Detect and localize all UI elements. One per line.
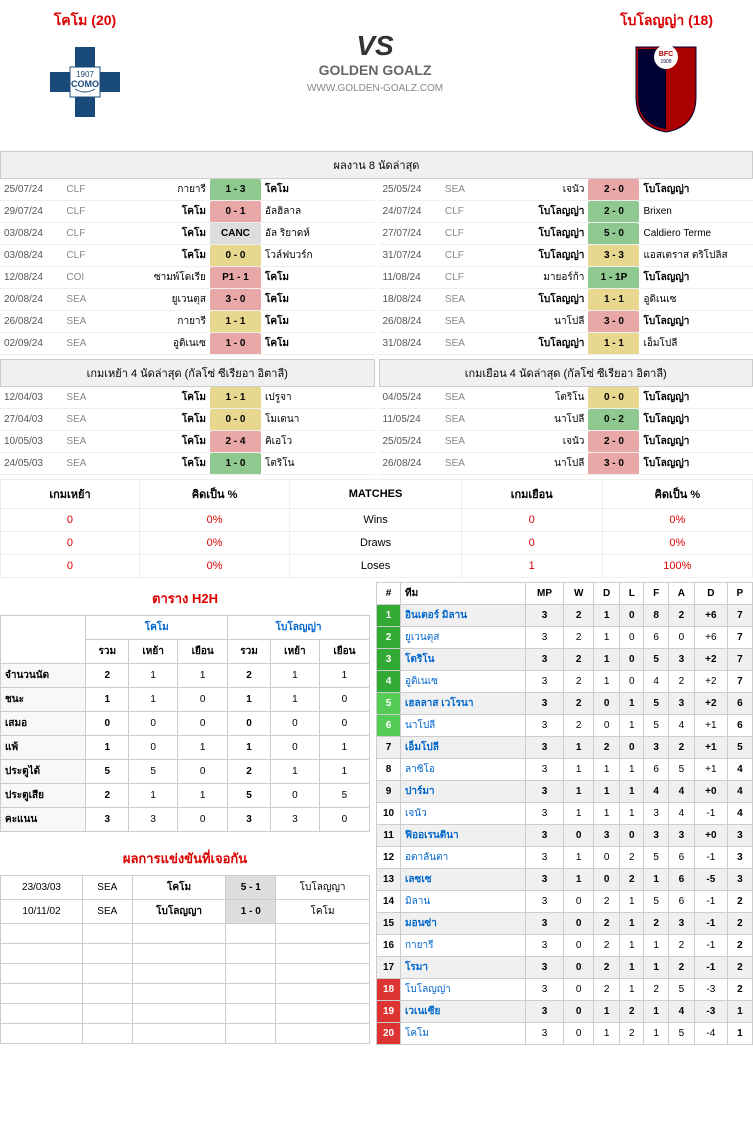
home-team-name: โคโม (20): [40, 10, 130, 32]
match-row: 11/05/24SEAนาโปลี0 - 2โบโลญญ่า: [379, 409, 753, 431]
match-row: 03/08/24CLFโคโมCANCอัล ริยาดห์: [0, 223, 375, 245]
h2h-row: แพ้101101: [1, 736, 370, 760]
h2h-row: ชนะ110110: [1, 688, 370, 712]
svg-text:1909: 1909: [661, 59, 672, 65]
standings-row: 13เลซเซ310216-53: [377, 869, 753, 891]
standings-row: 17โรมา302112-12: [377, 957, 753, 979]
meeting-row-empty: [1, 1004, 370, 1024]
meeting-row-empty: [1, 964, 370, 984]
match-row: 31/07/24CLFโบโลญญ่า3 - 3แอสเตราส ตริโปลิ…: [379, 245, 753, 267]
meetings-table: 23/03/03SEAโคโม5 - 1โบโลญญา10/11/02SEAโบ…: [0, 875, 370, 1044]
summary-row: 00%Draws00%: [1, 532, 753, 555]
home-team-block: โคโม (20) 1907COMO: [40, 10, 130, 127]
standings-row: 15มอนซ่า302123-12: [377, 913, 753, 935]
match-row: 25/05/24SEAเจนัว2 - 0โบโลญญ่า: [379, 431, 753, 453]
standings-table: #ทีมMPWDLFADP1อินเตอร์ มิลาน321082+672ยู…: [376, 582, 753, 1045]
away-team-block: โบโลญญ่า (18) BFC1909: [620, 10, 713, 137]
match-row: 11/08/24CLFมายอร์ก้า1 - 1Pโบโลญญ่า: [379, 267, 753, 289]
site-logo: GOLDEN GOALZ: [307, 62, 443, 78]
standings-row: 7เอ็มโปลี312032+15: [377, 737, 753, 759]
h2h-row: เสมอ000000: [1, 712, 370, 736]
away4-table: 04/05/24SEAโตริโน0 - 0โบโลญญ่า11/05/24SE…: [379, 387, 753, 475]
match-row: 26/08/24SEAกายารี1 - 1โคโม: [0, 311, 375, 333]
meeting-row-empty: [1, 984, 370, 1004]
meeting-row-empty: [1, 1024, 370, 1044]
meeting-row: 10/11/02SEAโบโลญญา1 - 0โคโม: [1, 900, 370, 924]
match-row: 25/05/24SEAเจนัว2 - 0โบโลญญ่า: [379, 179, 753, 201]
match-row: 31/08/24SEAโบโลญญ่า1 - 1เอ็มโปลี: [379, 333, 753, 355]
summary-row: 00%Wins00%: [1, 509, 753, 532]
match-row: 27/04/03SEAโคโม0 - 0โมเดนา: [0, 409, 375, 431]
last8-away-table: 25/05/24SEAเจนัว2 - 0โบโลญญ่า24/07/24CLF…: [379, 179, 753, 355]
away4-title: เกมเยือน 4 นัดล่าสุด (กัลโซ่ ซีเรียอา อิ…: [379, 359, 753, 387]
match-row: 18/08/24SEAโบโลญญ่า1 - 1อูดิเนเซ: [379, 289, 753, 311]
vs-text: VS: [307, 30, 443, 62]
h2h-title: ตาราง H2H: [0, 582, 370, 615]
match-row: 29/07/24CLFโคโม0 - 1อัลฮิลาล: [0, 201, 375, 223]
match-row: 26/08/24SEAนาโปลี3 - 0โบโลญญ่า: [379, 311, 753, 333]
standings-row: 3โตริโน321053+27: [377, 649, 753, 671]
h2h-table: โคโมโบโลญญ่ารวมเหย้าเยือนรวมเหย้าเยือนจำ…: [0, 615, 370, 832]
meeting-row-empty: [1, 924, 370, 944]
standings-row: 5เฮลลาส เวโรนา320153+26: [377, 693, 753, 715]
standings-row: 16กายารี302112-12: [377, 935, 753, 957]
standings-row: 20โคโม301215-41: [377, 1023, 753, 1045]
home4-title: เกมเหย้า 4 นัดล่าสุด (กัลโซ่ ซีเรียอา อิ…: [0, 359, 375, 387]
site-url: WWW.GOLDEN-GOALZ.COM: [307, 83, 443, 94]
vs-block: VS GOLDEN GOALZ WWW.GOLDEN-GOALZ.COM: [307, 10, 443, 94]
standings-row: 14มิลาน302156-12: [377, 891, 753, 913]
svg-text:COMO: COMO: [71, 79, 99, 89]
match-row: 12/04/03SEAโคโม1 - 1เปรูจา: [0, 387, 375, 409]
match-row: 24/07/24CLFโบโลญญ่า2 - 0Brixen: [379, 201, 753, 223]
h2h-row: คะแนน330330: [1, 808, 370, 832]
last8-title: ผลงาน 8 นัดล่าสุด: [0, 151, 753, 179]
match-row: 25/07/24CLFกายารี1 - 3โคโม: [0, 179, 375, 201]
match-row: 12/08/24COIซามพ์โดเรียP1 - 1โคโม: [0, 267, 375, 289]
standings-row: 18โบโลญญ่า302125-32: [377, 979, 753, 1001]
standings-row: 1อินเตอร์ มิลาน321082+67: [377, 605, 753, 627]
away-team-name: โบโลญญ่า (18): [620, 10, 713, 32]
standings-row: 19เวเนเซีย301214-31: [377, 1001, 753, 1023]
match-row: 27/07/24CLFโบโลญญ่า5 - 0Caldiero Terme: [379, 223, 753, 245]
standings-row: 4อูดิเนเซ321042+27: [377, 671, 753, 693]
standings-row: 10เจนัว311134-14: [377, 803, 753, 825]
home4-table: 12/04/03SEAโคโม1 - 1เปรูจา27/04/03SEAโคโ…: [0, 387, 375, 475]
last8-home-table: 25/07/24CLFกายารี1 - 3โคโม29/07/24CLFโคโ…: [0, 179, 375, 355]
standings-row: 12อตาลันตา310256-13: [377, 847, 753, 869]
standings-row: 6นาโปลี320154+16: [377, 715, 753, 737]
match-row: 10/05/03SEAโคโม2 - 4คิเอโว: [0, 431, 375, 453]
meeting-row: 23/03/03SEAโคโม5 - 1โบโลญญา: [1, 876, 370, 900]
summary-row: 00%Loses1100%: [1, 555, 753, 578]
como-logo-icon: 1907COMO: [40, 37, 130, 127]
match-row: 26/08/24SEAนาโปลี3 - 0โบโลญญ่า: [379, 453, 753, 475]
match-row: 20/08/24SEAยูเวนตุส3 - 0โคโม: [0, 289, 375, 311]
match-header: โคโม (20) 1907COMO VS GOLDEN GOALZ WWW.G…: [0, 0, 753, 147]
match-row: 04/05/24SEAโตริโน0 - 0โบโลญญ่า: [379, 387, 753, 409]
h2h-row: จำนวนนัด211211: [1, 664, 370, 688]
match-row: 24/05/03SEAโคโม1 - 0โตริโน: [0, 453, 375, 475]
meeting-row-empty: [1, 944, 370, 964]
h2h-row: ประตูเสีย211505: [1, 784, 370, 808]
standings-row: 8ลาซิโอ311165+14: [377, 759, 753, 781]
h2h-row: ประตูได้550211: [1, 760, 370, 784]
svg-text:1907: 1907: [76, 70, 94, 79]
match-row: 03/08/24CLFโคโม0 - 0โวล์ฟบวร์ก: [0, 245, 375, 267]
match-row: 02/09/24SEAอูดิเนเซ1 - 0โคโม: [0, 333, 375, 355]
bologna-logo-icon: BFC1909: [626, 37, 706, 137]
summary-table: เกมเหย้าคิดเป็น %MATCHESเกมเยือนคิดเป็น …: [0, 479, 753, 578]
meetings-title: ผลการแข่งขันที่เจอกัน: [0, 842, 370, 875]
svg-text:BFC: BFC: [659, 51, 673, 58]
standings-row: 2ยูเวนตุส321060+67: [377, 627, 753, 649]
standings-row: 9ปาร์มา311144+04: [377, 781, 753, 803]
standings-row: 11ฟิออเรนตินา303033+03: [377, 825, 753, 847]
